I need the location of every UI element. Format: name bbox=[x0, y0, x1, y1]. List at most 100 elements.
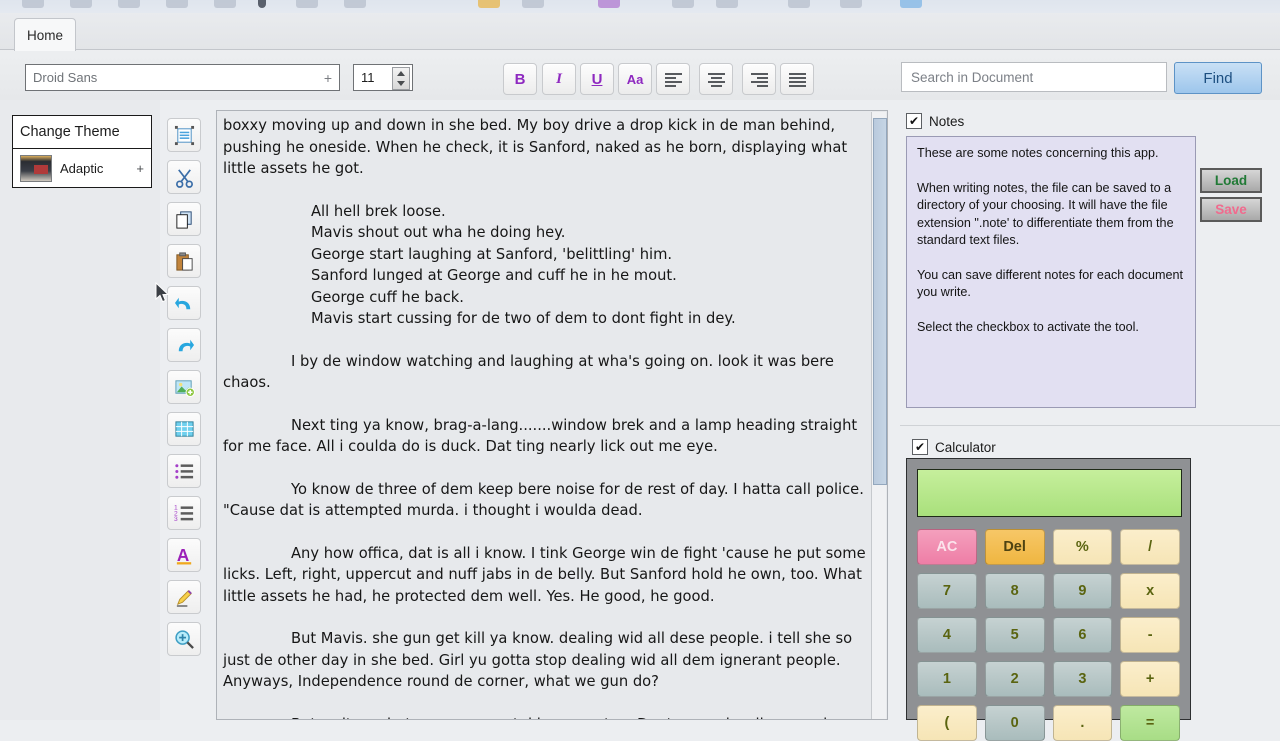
find-button[interactable]: Find bbox=[1174, 62, 1262, 94]
align-left-icon bbox=[664, 73, 682, 87]
notes-checkbox[interactable]: ✔ bbox=[906, 113, 922, 129]
mouse-cursor bbox=[155, 282, 170, 303]
tab-bar: Home bbox=[0, 13, 1280, 51]
align-right-button[interactable] bbox=[742, 63, 776, 95]
pin-icon[interactable] bbox=[258, 0, 266, 8]
tab-home[interactable]: Home bbox=[14, 18, 76, 51]
export-icon[interactable] bbox=[214, 0, 236, 8]
paste-button[interactable] bbox=[167, 244, 201, 278]
scrollbar-thumb[interactable] bbox=[873, 118, 887, 485]
align-center-button[interactable] bbox=[699, 63, 733, 95]
settings-icon[interactable] bbox=[296, 0, 318, 8]
cut-button[interactable] bbox=[167, 160, 201, 194]
calc-key-[interactable]: ( bbox=[917, 705, 977, 741]
document-paragraph: But Mavis. she gun get kill ya know. dea… bbox=[223, 630, 853, 690]
calc-key-1[interactable]: 1 bbox=[917, 661, 977, 697]
calculator-checkbox[interactable]: ✔ bbox=[912, 439, 928, 455]
underline-button[interactable]: U bbox=[580, 63, 614, 95]
calc-key-[interactable]: / bbox=[1120, 529, 1180, 565]
search-placeholder: Search in Document bbox=[911, 69, 1034, 85]
zoom-icon[interactable] bbox=[788, 0, 810, 8]
notes-toggle-row[interactable]: ✔ Notes bbox=[906, 110, 1280, 132]
calc-key-6[interactable]: 6 bbox=[1052, 617, 1113, 653]
align-justify-icon bbox=[788, 73, 806, 87]
search-input[interactable]: Search in Document bbox=[901, 62, 1167, 92]
calc-key-2[interactable]: 2 bbox=[984, 661, 1045, 697]
numbered-list-button[interactable]: 123 bbox=[167, 496, 201, 530]
select-all-button[interactable] bbox=[167, 118, 201, 152]
font-icon: A bbox=[176, 545, 191, 565]
spin-down-icon[interactable] bbox=[397, 81, 405, 87]
theme-icon[interactable] bbox=[598, 0, 620, 8]
insert-image-button[interactable] bbox=[167, 370, 201, 404]
notes-label: Notes bbox=[929, 113, 965, 129]
highlighter-icon bbox=[176, 589, 192, 607]
insert-table-button[interactable] bbox=[167, 412, 201, 446]
document-scrollbar[interactable] bbox=[871, 112, 887, 719]
undo-button[interactable] bbox=[167, 286, 201, 320]
italic-button[interactable]: I bbox=[542, 63, 576, 95]
info-icon[interactable] bbox=[840, 0, 862, 8]
calc-key-5[interactable]: 5 bbox=[984, 617, 1045, 653]
notes-load-button[interactable]: Load bbox=[1200, 168, 1262, 193]
calc-key-ac[interactable]: AC bbox=[917, 529, 977, 565]
notes-textarea[interactable]: These are some notes concerning this app… bbox=[906, 136, 1196, 408]
calc-key-4[interactable]: 4 bbox=[917, 617, 977, 653]
font-color-button[interactable]: Aa bbox=[618, 63, 652, 95]
align-justify-button[interactable] bbox=[780, 63, 814, 95]
calc-key-8[interactable]: 8 bbox=[984, 573, 1045, 609]
document-paragraph: Yo know de three of dem keep bere noise … bbox=[223, 480, 864, 520]
cloud-icon[interactable] bbox=[900, 0, 922, 8]
print-icon[interactable] bbox=[166, 0, 188, 8]
bullet-list-button[interactable] bbox=[167, 454, 201, 488]
help-icon[interactable] bbox=[344, 0, 366, 8]
save-icon[interactable] bbox=[118, 0, 140, 8]
highlighter-button[interactable] bbox=[167, 580, 201, 614]
notes-save-button[interactable]: Save bbox=[1200, 197, 1262, 222]
redo-button[interactable] bbox=[167, 328, 201, 362]
document-editor[interactable]: boxxy moving up and down in she bed. My … bbox=[216, 110, 888, 720]
align-left-button[interactable] bbox=[656, 63, 690, 95]
bookmark-icon[interactable] bbox=[478, 0, 500, 8]
calc-key-3[interactable]: 3 bbox=[1052, 661, 1113, 697]
spell-icon[interactable] bbox=[672, 0, 694, 8]
calc-key-7[interactable]: 7 bbox=[917, 573, 977, 609]
notes-line-spacer bbox=[917, 163, 1185, 180]
view-icon[interactable] bbox=[716, 0, 738, 8]
paragraph-spacer bbox=[223, 693, 875, 714]
insert-image-icon bbox=[174, 379, 195, 397]
notes-line: You can save different notes for each do… bbox=[917, 267, 1184, 300]
theme-expand-icon[interactable]: + bbox=[136, 161, 144, 176]
document-paragraph: I by de window watching and laughing at … bbox=[223, 352, 834, 392]
font-size-stepper[interactable]: 11 bbox=[353, 64, 413, 91]
theme-selector[interactable]: Adaptic + bbox=[13, 149, 151, 188]
copy-button[interactable] bbox=[167, 202, 201, 236]
font-family-expand-icon[interactable]: + bbox=[324, 70, 332, 86]
spin-up-icon[interactable] bbox=[397, 70, 405, 76]
bullet-list-icon bbox=[174, 463, 193, 479]
zoom-in-button[interactable] bbox=[167, 622, 201, 656]
calc-key-0[interactable]: 0 bbox=[984, 705, 1045, 741]
calc-key-del[interactable]: Del bbox=[984, 529, 1045, 565]
font-button[interactable]: A bbox=[167, 538, 201, 572]
calc-key-[interactable]: + bbox=[1120, 661, 1180, 697]
calc-key-[interactable]: . bbox=[1052, 705, 1113, 741]
font-family-combobox[interactable]: Droid Sans + bbox=[25, 64, 340, 91]
calc-key-[interactable]: = bbox=[1120, 705, 1180, 741]
numbered-list-icon: 123 bbox=[174, 504, 193, 523]
document-text[interactable]: boxxy moving up and down in she bed. My … bbox=[217, 111, 887, 719]
font-color-label: Aa bbox=[626, 71, 644, 87]
tag-icon[interactable] bbox=[522, 0, 544, 8]
new-doc-icon[interactable] bbox=[22, 0, 44, 8]
calculator-toggle-row[interactable]: ✔ Calculator bbox=[912, 436, 996, 458]
bold-button[interactable]: B bbox=[503, 63, 537, 95]
font-size-spin-buttons[interactable] bbox=[392, 67, 410, 90]
calc-key-[interactable]: % bbox=[1052, 529, 1113, 565]
calc-key-9[interactable]: 9 bbox=[1052, 573, 1113, 609]
open-icon[interactable] bbox=[70, 0, 92, 8]
theme-name: Adaptic bbox=[60, 161, 104, 176]
calc-key-x[interactable]: x bbox=[1120, 573, 1180, 609]
document-paragraph: Mavis start cussing for de two of dem to… bbox=[311, 310, 736, 327]
notes-line-spacer bbox=[917, 302, 1185, 319]
calc-key-[interactable]: - bbox=[1120, 617, 1180, 653]
